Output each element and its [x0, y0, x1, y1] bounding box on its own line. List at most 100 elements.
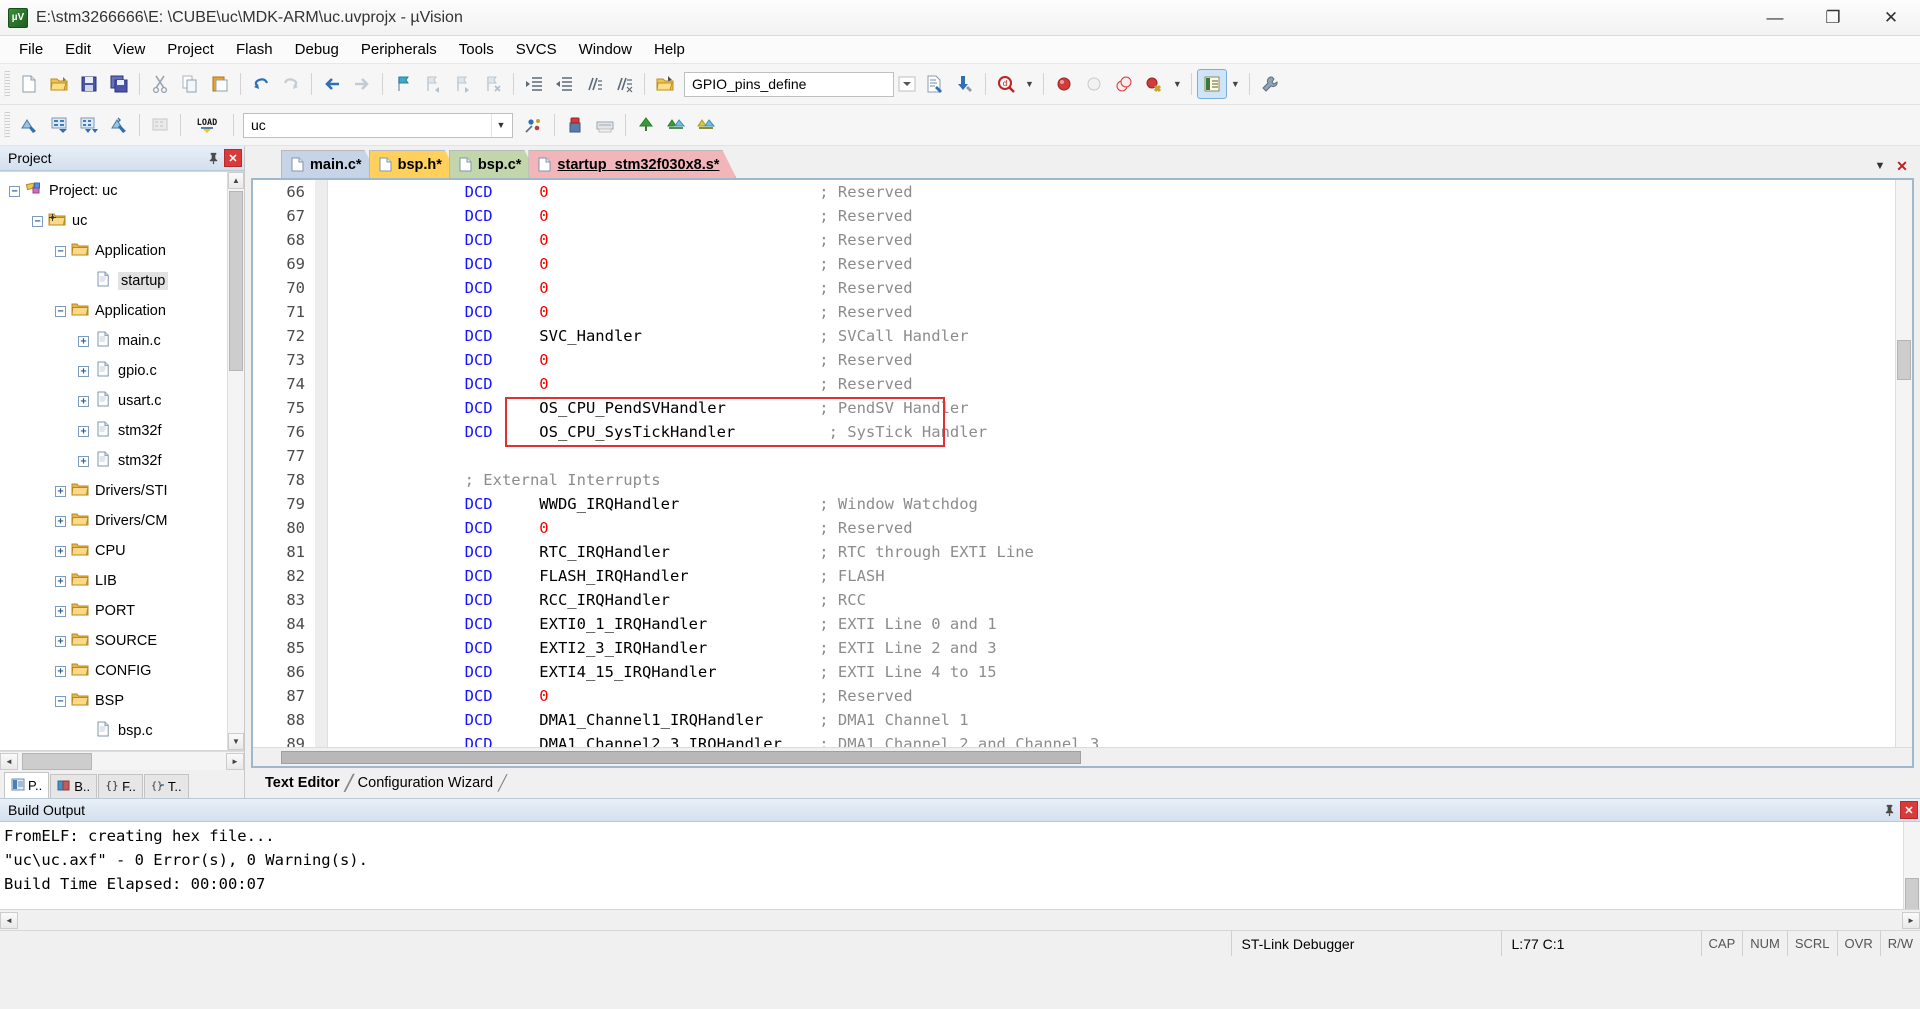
debug-dropdown-caret[interactable]: ▼	[1021, 79, 1038, 89]
expand-icon[interactable]: +	[54, 545, 67, 558]
pack-installer-icon[interactable]	[661, 110, 691, 140]
tree-item[interactable]: − Application	[0, 296, 244, 326]
toolbar-grip[interactable]	[4, 71, 10, 97]
project-panel-tab[interactable]: {} T..	[143, 774, 189, 798]
hscroll-thumb[interactable]	[22, 752, 92, 770]
hscroll-thumb[interactable]	[281, 750, 1081, 764]
tree-item[interactable]: + stm32f	[0, 446, 244, 476]
expand-icon[interactable]: +	[77, 335, 90, 348]
expand-icon[interactable]: +	[77, 455, 90, 468]
disable-all-breakpoints-icon[interactable]	[1109, 69, 1139, 99]
bookmark-toggle-icon[interactable]	[388, 69, 418, 99]
collapse-icon[interactable]: −	[54, 695, 67, 708]
navigate-back-icon[interactable]	[317, 69, 347, 99]
chevron-down-icon[interactable]: ▼	[1870, 156, 1890, 176]
project-panel-tab[interactable]: {} F..	[98, 774, 143, 798]
menu-debug[interactable]: Debug	[284, 38, 350, 61]
project-panel-tab[interactable]: B..	[50, 774, 98, 798]
tree-item[interactable]: bsp.c	[0, 716, 244, 746]
hscroll-track[interactable]	[18, 912, 1902, 929]
options-target-icon[interactable]	[560, 110, 590, 140]
menu-project[interactable]: Project	[156, 38, 225, 61]
manage-project-items-icon[interactable]	[519, 110, 549, 140]
download-icon[interactable]	[950, 69, 980, 99]
save-all-icon[interactable]	[104, 69, 134, 99]
tree-item[interactable]: − Project: uc	[0, 176, 244, 206]
scroll-left-arrow-icon[interactable]: ◄	[0, 911, 18, 929]
undo-icon[interactable]	[246, 69, 276, 99]
tree-item[interactable]: + usart.c	[0, 386, 244, 416]
bookmark-clear-icon[interactable]	[478, 69, 508, 99]
close-icon[interactable]: ✕	[224, 149, 242, 167]
document-tab[interactable]: startup_stm32f030x8.s*	[528, 150, 736, 178]
tree-item[interactable]: + Drivers/CM	[0, 506, 244, 536]
pin-icon[interactable]	[1880, 801, 1898, 819]
tree-item[interactable]: + CPU	[0, 536, 244, 566]
translate-icon[interactable]	[14, 110, 44, 140]
indent-icon[interactable]	[519, 69, 549, 99]
hscroll-track[interactable]	[18, 752, 226, 770]
insert-breakpoint-icon[interactable]	[1049, 69, 1079, 99]
kill-all-breakpoints-icon[interactable]	[1139, 69, 1169, 99]
code-editor[interactable]: 66 DCD 0 ; Reserved 67 DCD 0 ; Reserved 68 DCD 0 ; …	[251, 178, 1914, 768]
tree-item[interactable]: + PORT	[0, 596, 244, 626]
manage-run-time-icon[interactable]	[691, 110, 721, 140]
tree-item[interactable]: − BSP	[0, 686, 244, 716]
configure-icon[interactable]	[1255, 69, 1285, 99]
load-icon[interactable]: LOAD	[186, 110, 228, 140]
editor-view-tab[interactable]: Text Editor ╱	[259, 772, 354, 794]
expand-icon[interactable]: +	[54, 665, 67, 678]
tree-item[interactable]: + Drivers/STI	[0, 476, 244, 506]
stop-build-icon[interactable]	[145, 110, 175, 140]
expand-icon[interactable]: +	[54, 575, 67, 588]
maximize-button[interactable]: ❐	[1804, 0, 1862, 35]
tree-item[interactable]: + CONFIG	[0, 656, 244, 686]
pin-icon[interactable]	[204, 149, 222, 167]
minimize-button[interactable]: —	[1746, 0, 1804, 35]
menu-edit[interactable]: Edit	[54, 38, 102, 61]
rebuild-icon[interactable]	[74, 110, 104, 140]
vscroll-thumb[interactable]	[229, 191, 243, 371]
menu-flash[interactable]: Flash	[225, 38, 284, 61]
chevron-down-icon[interactable]: ▼	[491, 113, 510, 137]
menu-svcs[interactable]: SVCS	[505, 38, 568, 61]
close-icon[interactable]: ✕	[1892, 156, 1912, 176]
tree-item[interactable]: + SOURCE	[0, 626, 244, 656]
menu-view[interactable]: View	[102, 38, 156, 61]
open-file-icon[interactable]	[44, 69, 74, 99]
bookmark-next-icon[interactable]	[448, 69, 478, 99]
document-tab[interactable]: bsp.h*	[369, 150, 459, 178]
menu-window[interactable]: Window	[568, 38, 643, 61]
scroll-left-arrow-icon[interactable]: ◄	[0, 752, 18, 770]
expand-icon[interactable]: +	[77, 425, 90, 438]
expand-icon[interactable]: +	[54, 605, 67, 618]
redo-icon[interactable]	[276, 69, 306, 99]
tree-item[interactable]: startup	[0, 266, 244, 296]
batch-build-icon[interactable]	[104, 110, 134, 140]
windows-dropdown-caret[interactable]: ▼	[1227, 79, 1244, 89]
code-vscrollbar[interactable]	[1895, 180, 1912, 747]
close-icon[interactable]: ✕	[1900, 801, 1918, 819]
project-tree-vscrollbar[interactable]: ▲ ▼	[227, 172, 244, 750]
function-combo[interactable]: GPIO_pins_define	[684, 71, 894, 97]
copy-icon[interactable]	[175, 69, 205, 99]
close-button[interactable]: ✕	[1862, 0, 1920, 35]
expand-icon[interactable]: +	[77, 395, 90, 408]
expand-icon[interactable]: +	[54, 485, 67, 498]
tree-item[interactable]: + stm32f	[0, 416, 244, 446]
scroll-right-arrow-icon[interactable]: ►	[226, 752, 244, 770]
build-output-vscrollbar[interactable]	[1903, 822, 1920, 909]
cut-icon[interactable]	[145, 69, 175, 99]
document-tab[interactable]: bsp.c*	[449, 150, 539, 178]
vscroll-thumb[interactable]	[1905, 878, 1919, 909]
scroll-right-arrow-icon[interactable]: ►	[1902, 911, 1920, 929]
code-lines[interactable]: 66 DCD 0 ; Reserved 67 DCD 0 ; Reserved 68 DCD 0 ; …	[253, 180, 1895, 747]
editor-view-tab[interactable]: Configuration Wizard ╱	[352, 772, 507, 794]
expand-icon[interactable]: +	[54, 635, 67, 648]
collapse-icon[interactable]: −	[8, 185, 21, 198]
multi-project-icon[interactable]	[631, 110, 661, 140]
expand-icon[interactable]: +	[54, 515, 67, 528]
open-folder-icon[interactable]	[650, 69, 680, 99]
collapse-icon[interactable]: −	[54, 245, 67, 258]
collapse-icon[interactable]: −	[31, 215, 44, 228]
